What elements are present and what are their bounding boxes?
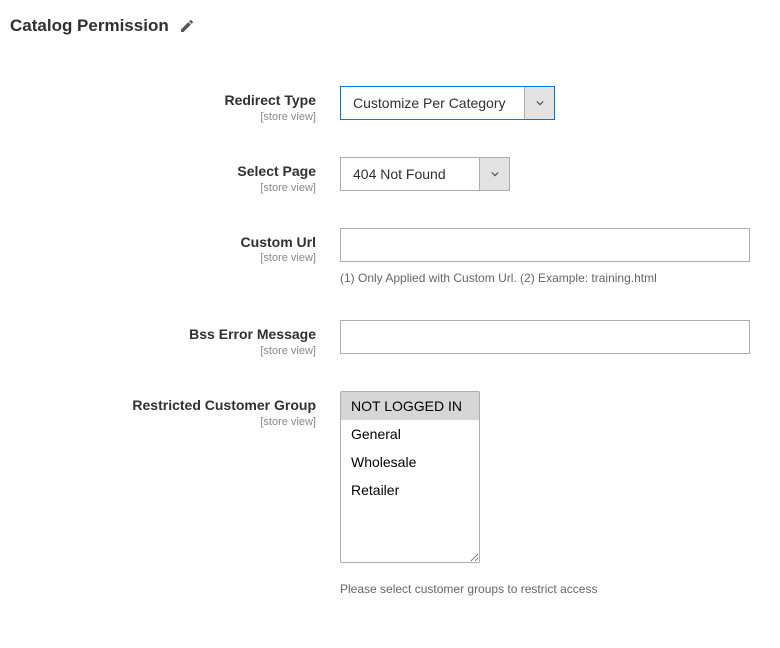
restricted-group-option[interactable]: Retailer (341, 476, 479, 504)
label-error-message: Bss Error Message (10, 326, 316, 343)
row-restricted-group: Restricted Customer Group [store view] N… (10, 391, 760, 598)
edit-icon[interactable] (179, 18, 195, 34)
label-select-page: Select Page (10, 163, 316, 180)
select-page-select[interactable]: 404 Not Found (340, 157, 510, 191)
label-custom-url: Custom Url (10, 234, 316, 251)
restricted-group-multiselect[interactable]: NOT LOGGED INGeneralWholesaleRetailer (340, 391, 480, 563)
label-restricted-group: Restricted Customer Group (10, 397, 316, 414)
restricted-group-option[interactable]: General (341, 420, 479, 448)
section-header: Catalog Permission (10, 16, 760, 36)
scope-hint: [store view] (10, 252, 316, 264)
restricted-group-option[interactable]: NOT LOGGED IN (341, 392, 479, 420)
row-redirect-type: Redirect Type [store view] Customize Per… (10, 86, 760, 123)
scope-hint: [store view] (10, 416, 316, 428)
custom-url-hint: (1) Only Applied with Custom Url. (2) Ex… (340, 270, 750, 287)
scope-hint: [store view] (10, 345, 316, 357)
row-select-page: Select Page [store view] 404 Not Found (10, 157, 760, 194)
section-title: Catalog Permission (10, 16, 169, 36)
row-error-message: Bss Error Message [store view] (10, 320, 760, 357)
restricted-group-option[interactable]: Wholesale (341, 448, 479, 476)
restricted-group-hint: Please select customer groups to restric… (340, 581, 750, 598)
error-message-input[interactable] (340, 320, 750, 354)
scope-hint: [store view] (10, 182, 316, 194)
custom-url-input[interactable] (340, 228, 750, 262)
row-custom-url: Custom Url [store view] (1) Only Applied… (10, 228, 760, 287)
label-redirect-type: Redirect Type (10, 92, 316, 109)
redirect-type-select[interactable]: Customize Per Category (340, 86, 555, 120)
scope-hint: [store view] (10, 111, 316, 123)
